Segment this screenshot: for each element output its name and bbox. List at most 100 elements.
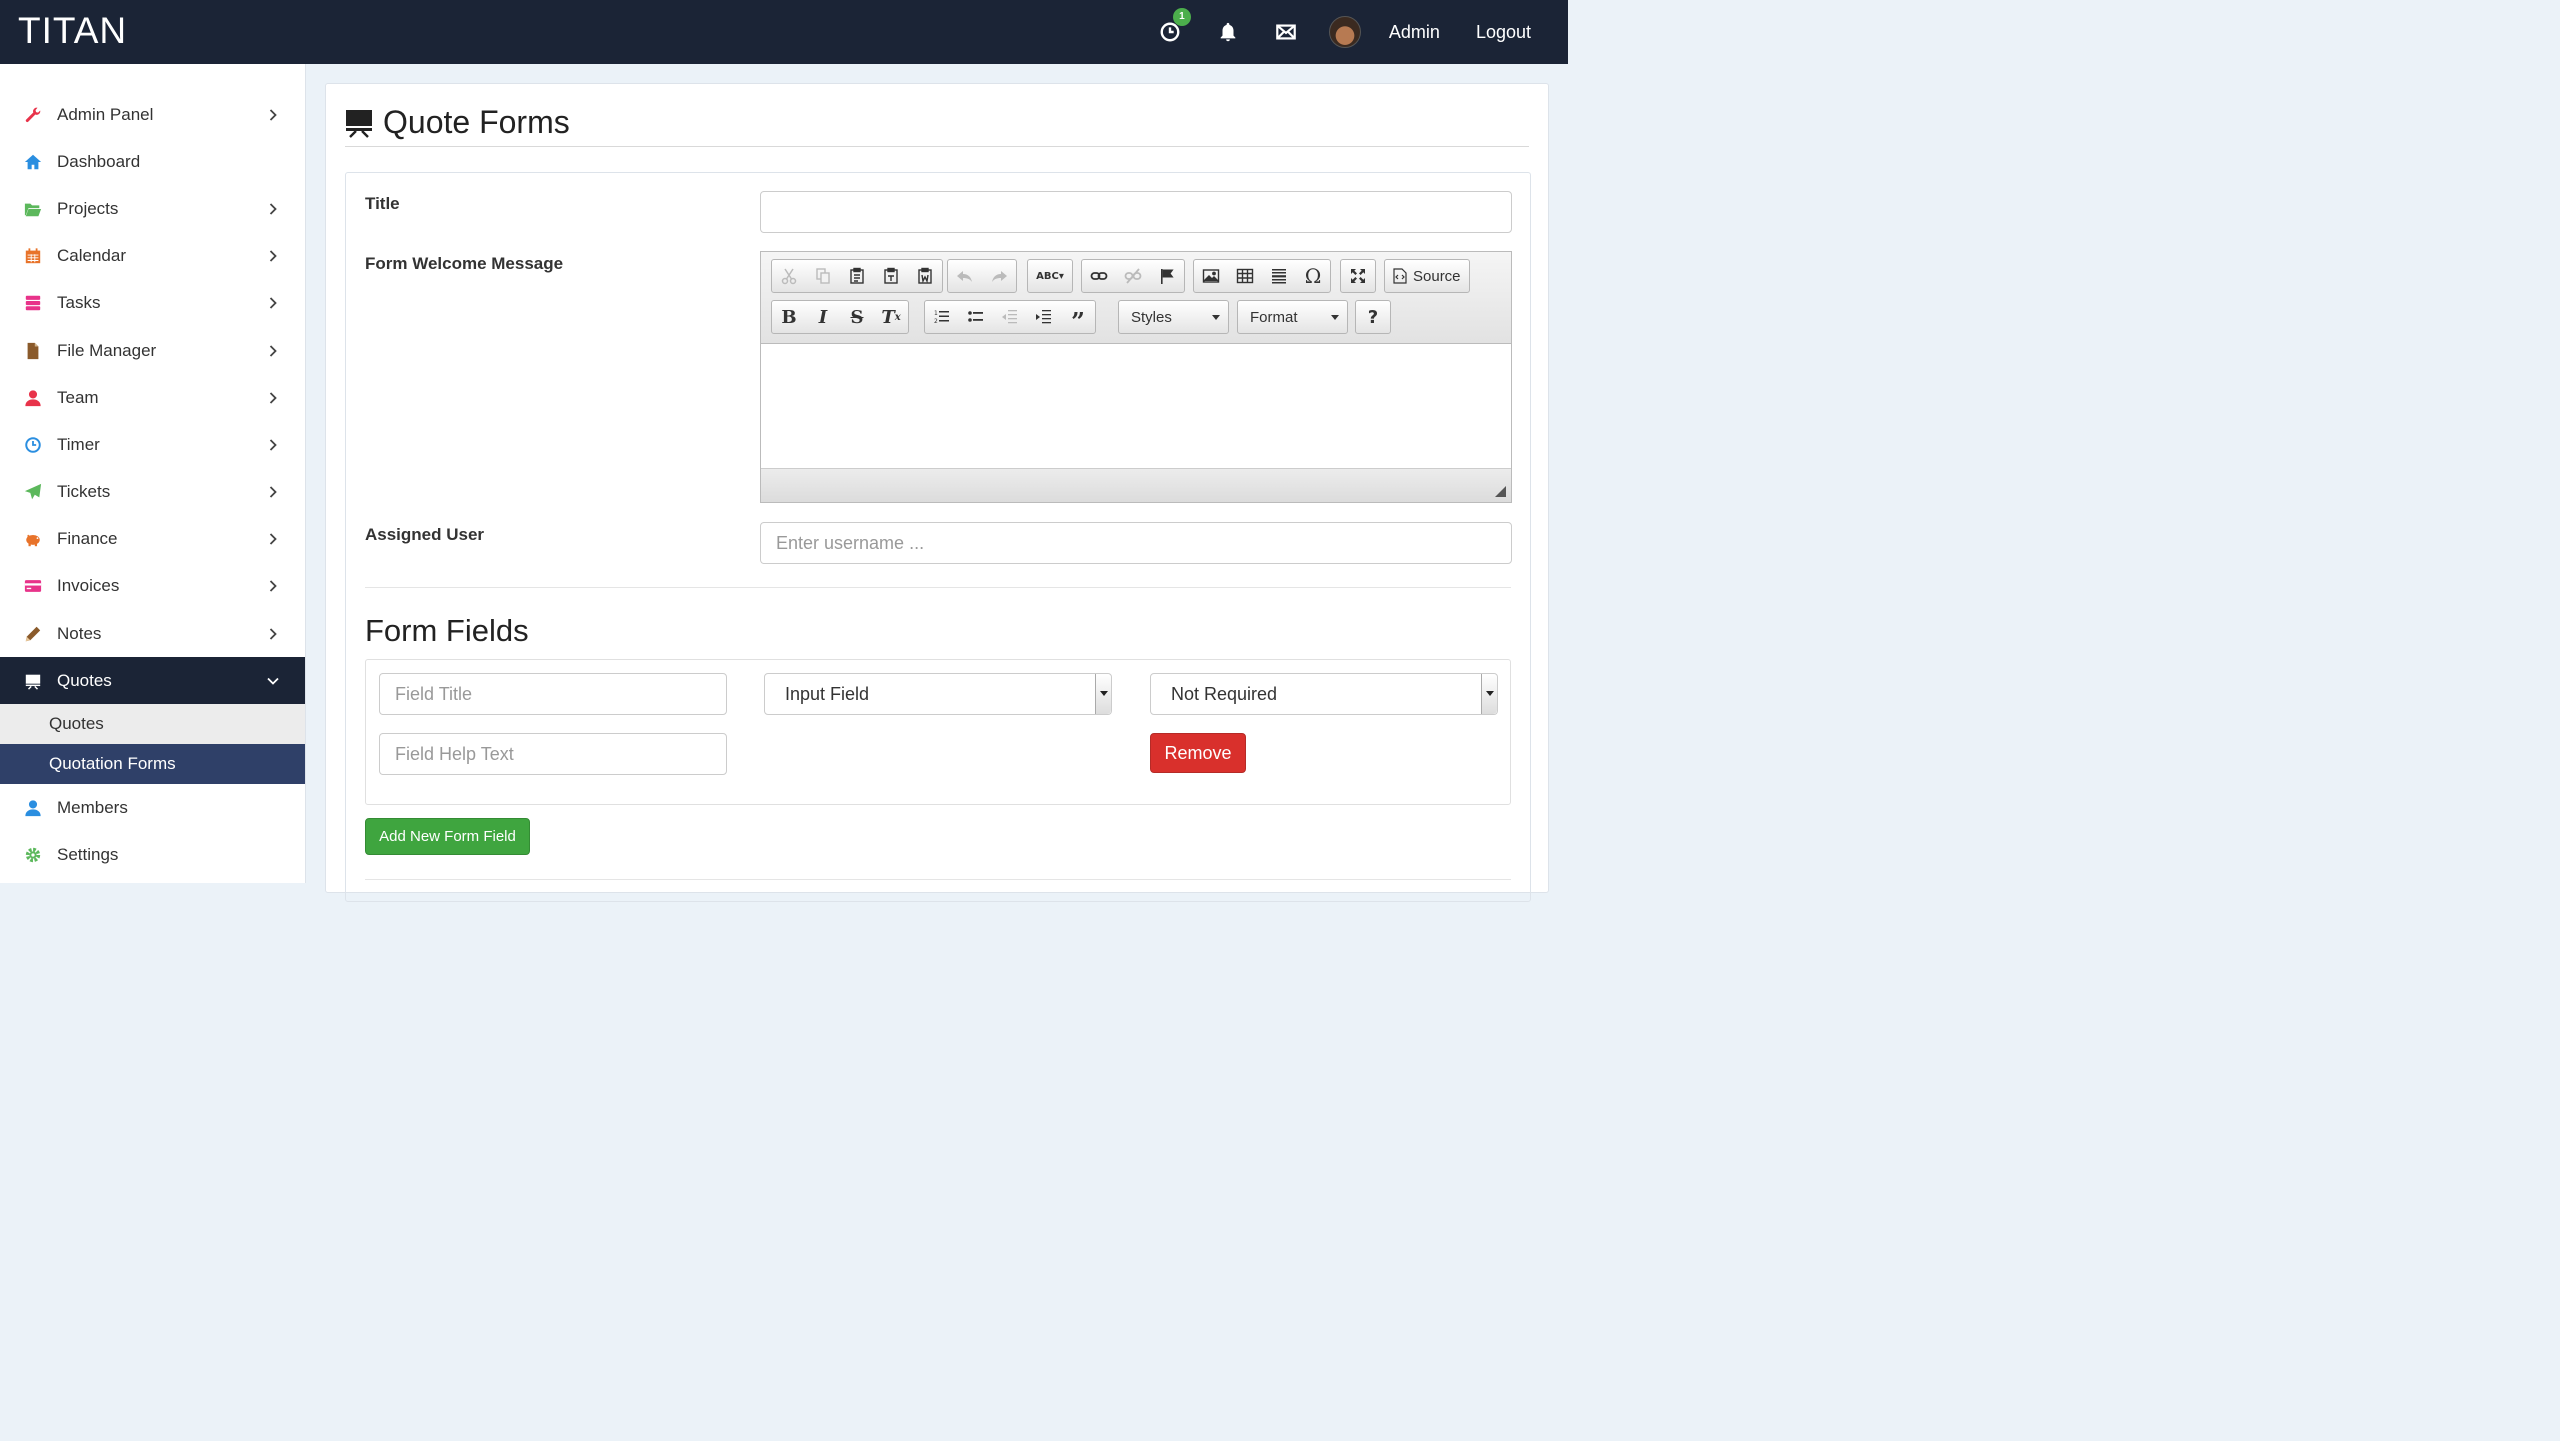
sidebar-item-quotes[interactable]: Quotes [0,657,305,705]
special-char-icon[interactable]: Ω [1296,260,1330,292]
sidebar-item-notes[interactable]: Notes [0,610,305,657]
field-type-value: Input Field [785,683,870,704]
messages-button[interactable] [1257,0,1315,64]
required-select[interactable]: Not Required [1150,673,1498,715]
indent-icon[interactable] [1027,301,1061,333]
sidebar-subitem-quotes[interactable]: Quotes [0,704,305,745]
title-divider [345,146,1529,147]
sidebar-item-calendar[interactable]: Calendar [0,233,305,280]
assigned-user-input[interactable]: Enter username ... [760,522,1512,564]
piggy-bank-icon [23,529,43,549]
sidebar-item-members[interactable]: Members [0,784,305,831]
sidebar-item-label: Quotes [57,670,112,690]
sidebar-item-label: Finance [57,529,118,549]
editor-toolbar: ABC▾ Ω Source B I S T x 1 2 ” Styles For… [761,252,1511,344]
clock-icon [23,435,43,455]
outdent-icon[interactable] [993,301,1027,333]
italic-icon[interactable]: I [806,301,840,333]
horizontal-rule-icon[interactable] [1262,260,1296,292]
basic-styles-group: B I S Tx [771,300,909,334]
notifications-button[interactable] [1199,0,1257,64]
sidebar-item-label: Dashboard [57,151,141,171]
cut-icon[interactable] [772,260,806,292]
image-icon[interactable] [1194,260,1228,292]
select-arrow-icon [1481,674,1497,714]
sidebar-item-label: Tickets [57,482,111,502]
numbered-list-icon[interactable]: 12 [925,301,959,333]
sidebar-item-file-manager[interactable]: File Manager [0,327,305,374]
sidebar-item-timer[interactable]: Timer [0,421,305,468]
sidebar-item-label: Admin Panel [57,104,154,124]
paste-icon[interactable] [840,260,874,292]
sidebar-item-invoices[interactable]: Invoices [0,563,305,610]
table-icon[interactable] [1228,260,1262,292]
field-title-input[interactable]: Field Title [379,673,727,715]
spellcheck-icon[interactable]: ABC▾ [1028,260,1072,292]
anchor-flag-icon[interactable] [1150,260,1184,292]
styles-dropdown[interactable]: Styles [1118,300,1229,334]
clipboard-group [771,259,943,293]
gear-icon [23,845,43,865]
undo-icon[interactable] [948,260,982,292]
user-name-link[interactable]: Admin [1371,22,1458,43]
copy-icon[interactable] [806,260,840,292]
format-label: Format [1250,308,1298,326]
sidebar-item-label: Tasks [57,293,101,313]
main-panel: Quote Forms Title Form Welcome Message A… [325,83,1549,902]
sidebar-item-label: Settings [57,845,119,865]
sidebar-item-finance[interactable]: Finance [0,516,305,563]
sidebar-item-tasks[interactable]: Tasks [0,280,305,327]
sidebar-item-settings[interactable]: Settings [0,832,305,879]
add-form-field-button[interactable]: Add New Form Field [365,818,530,855]
paste-word-icon[interactable] [908,260,942,292]
sidebar-item-label: Notes [57,623,102,643]
strikethrough-icon[interactable]: S [840,301,874,333]
timer-button[interactable]: 1 [1141,0,1199,64]
help-button[interactable]: ? [1356,301,1390,333]
sidebar-nav: Admin Panel Dashboard Projects Calendar Task… [0,91,305,657]
logout-link[interactable]: Logout [1458,22,1568,43]
insert-group: Ω [1193,259,1331,293]
chevron-right-icon [269,580,277,593]
sidebar-nav-bottom: Members Settings [0,784,305,878]
sidebar-subitem-quotation-forms[interactable]: Quotation Forms [0,744,305,785]
select-arrow-icon [1095,674,1111,714]
redo-icon[interactable] [982,260,1016,292]
sidebar-item-label: Timer [57,434,100,454]
timer-badge: 1 [1172,8,1191,26]
welcome-message-label: Form Welcome Message [365,254,564,273]
blockquote-icon[interactable]: ” [1061,301,1095,336]
help-group: ? [1355,300,1391,334]
sidebar-item-dashboard[interactable]: Dashboard [0,138,305,185]
remove-field-button[interactable]: Remove [1150,733,1246,773]
remove-format-icon[interactable]: Tx [874,301,908,333]
envelope-icon [1276,24,1296,40]
bottom-divider [365,879,1511,880]
bold-icon[interactable]: B [772,301,806,333]
sidebar-item-projects[interactable]: Projects [0,185,305,232]
sidebar-item-label: Invoices [57,576,120,596]
maximize-icon[interactable] [1341,260,1375,292]
sidebar-item-label: Projects [57,198,119,218]
bullet-list-icon[interactable] [959,301,993,333]
sidebar-item-admin-panel[interactable]: Admin Panel [0,91,305,138]
link-icon[interactable] [1082,260,1116,292]
paste-text-icon[interactable] [874,260,908,292]
field-type-select[interactable]: Input Field [764,673,1112,715]
resize-handle-icon[interactable] [1495,486,1506,497]
editor-content-area[interactable] [761,344,1511,468]
source-label: Source [1413,267,1461,285]
unlink-icon[interactable] [1116,260,1150,292]
field-help-text-input[interactable]: Field Help Text [379,733,727,775]
section-divider [365,587,1511,588]
brand-logo[interactable]: TITAN [18,10,127,52]
format-dropdown[interactable]: Format [1237,300,1348,334]
source-button[interactable]: Source [1385,260,1469,292]
page-title: Quote Forms [345,104,570,141]
pencil-icon [23,624,43,644]
sidebar-item-tickets[interactable]: Tickets [0,469,305,516]
avatar[interactable] [1328,16,1361,48]
title-input[interactable] [760,191,1512,233]
sidebar-item-team[interactable]: Team [0,374,305,421]
source-icon [1393,268,1407,284]
